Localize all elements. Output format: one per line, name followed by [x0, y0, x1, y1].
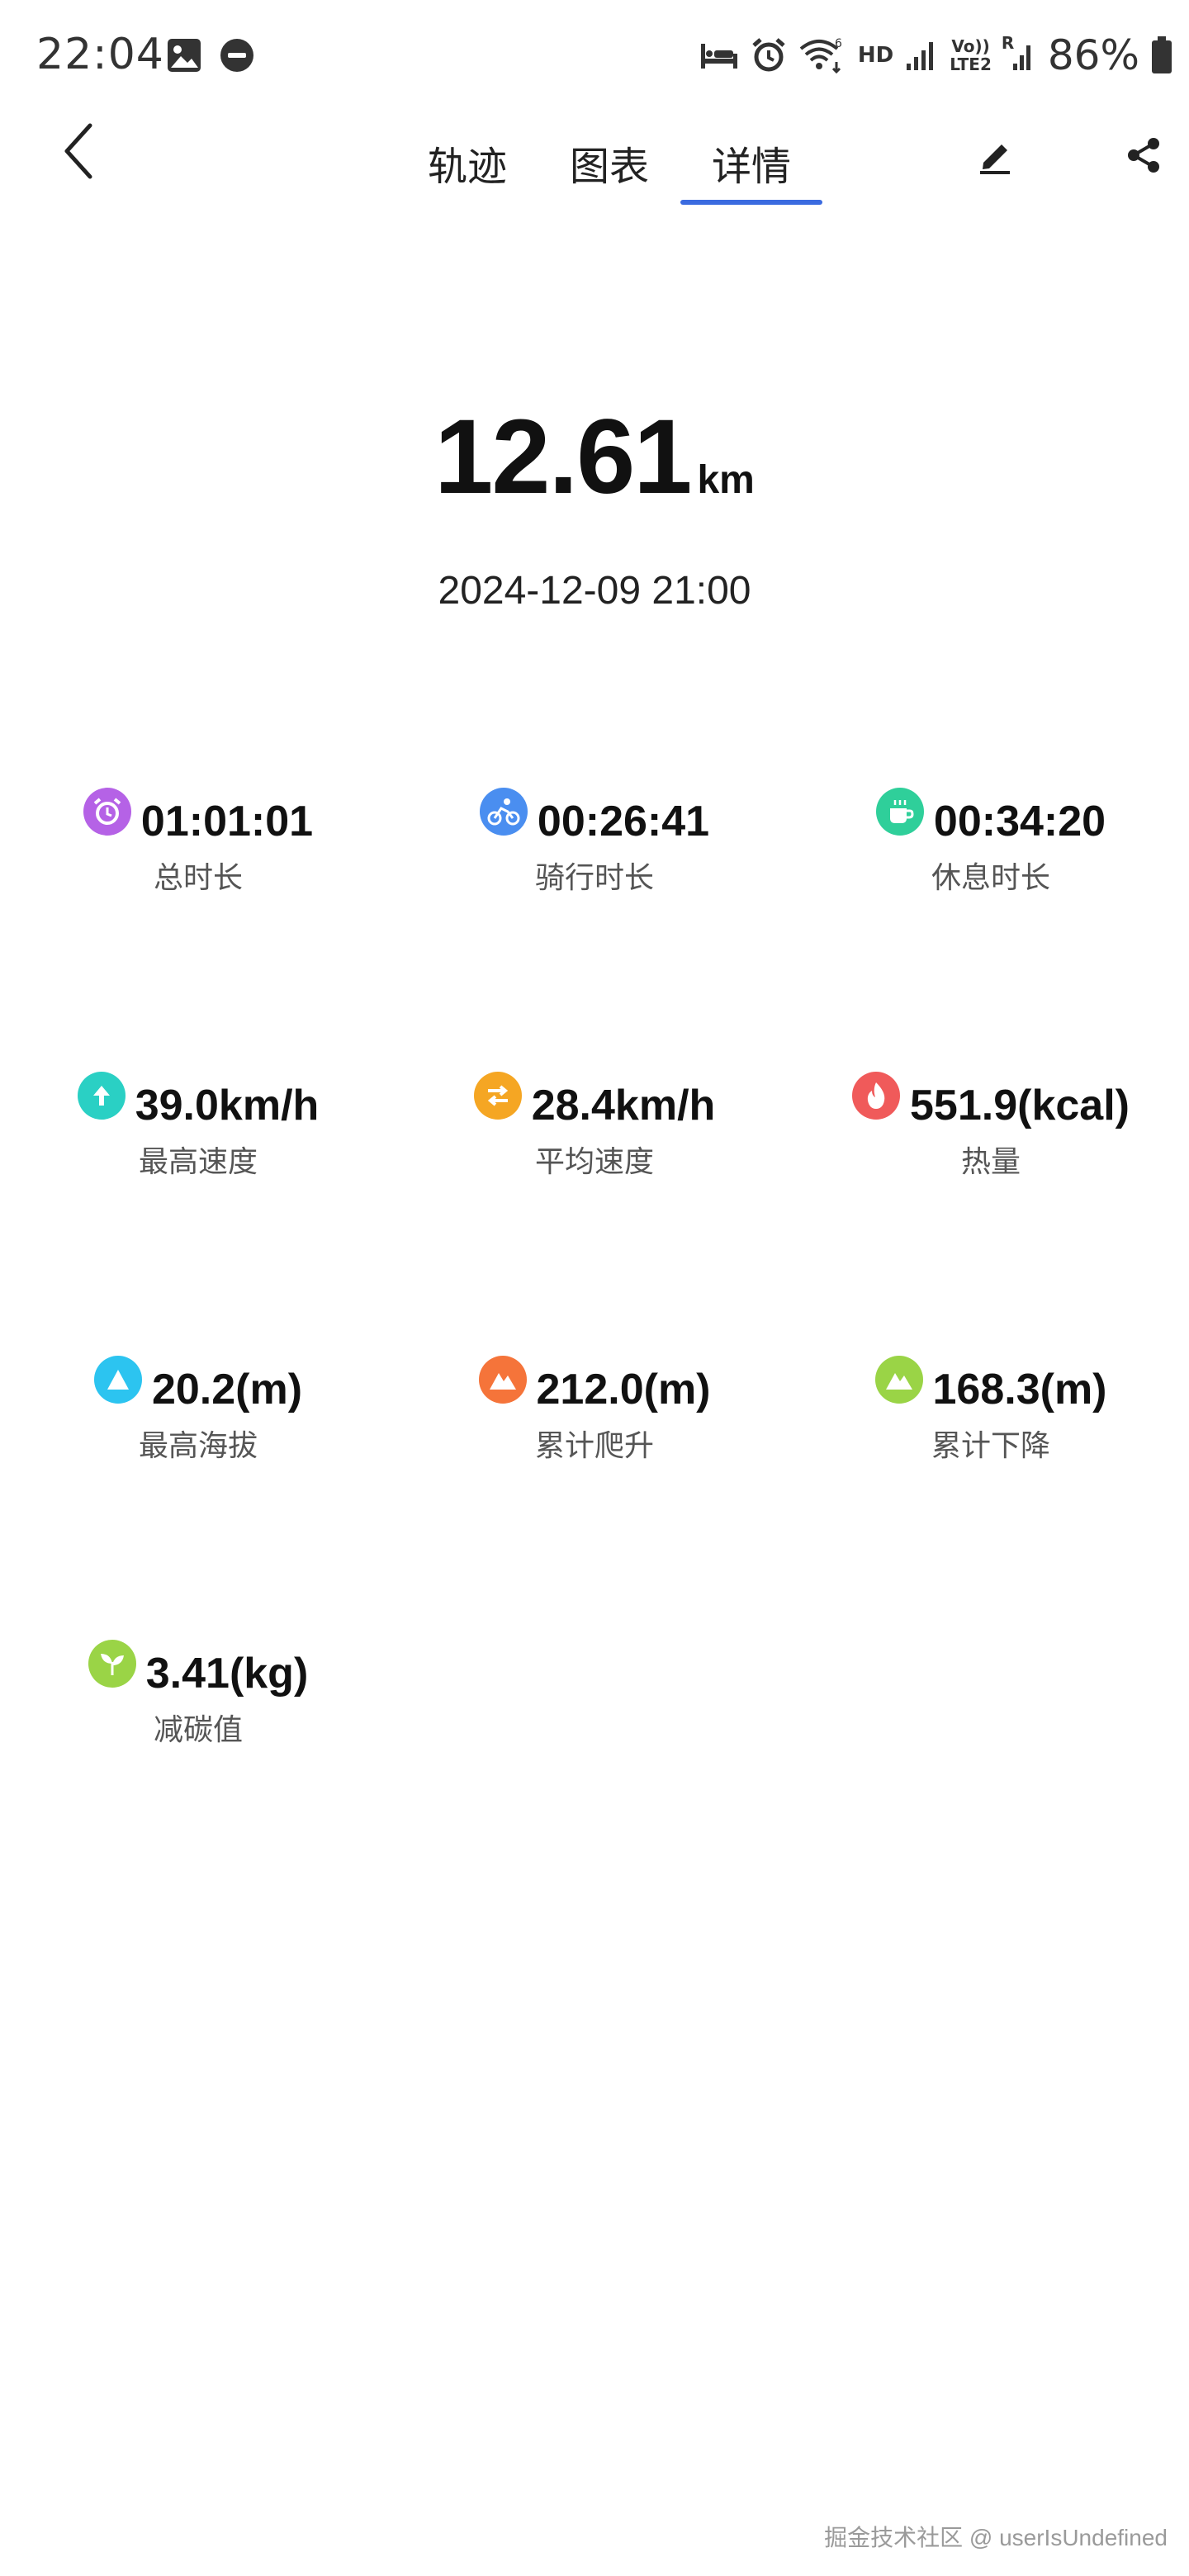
- chevron-left-icon: [64, 123, 92, 179]
- total-distance-value: 12.61: [434, 398, 692, 516]
- stat-calories: 551.9(kcal) 热量: [793, 1072, 1189, 1242]
- mountain-icon: [874, 1356, 923, 1404]
- stat-value: 00:34:20: [933, 798, 1106, 845]
- distance-summary: 12.61 km: [0, 396, 1189, 518]
- arrow-up-icon: [77, 1072, 126, 1120]
- stat-label: 最高速度: [138, 1145, 258, 1179]
- stat-label: 最高海拔: [138, 1429, 258, 1463]
- stat-total-descent: 168.3(m) 累计下降: [793, 1356, 1189, 1526]
- stat-label: 平均速度: [534, 1145, 654, 1179]
- top-navigation-bar: 轨迹 图表 详情: [0, 99, 1189, 215]
- stat-total-climb: 212.0(m) 累计爬升: [396, 1356, 793, 1526]
- stat-label: 累计爬升: [534, 1429, 654, 1463]
- alarm-clock-icon: [83, 788, 131, 836]
- hd-badge: HD: [857, 43, 894, 68]
- wifi-icon: 6: [798, 37, 846, 73]
- stat-value: 01:01:01: [140, 798, 314, 845]
- stat-label: 骑行时长: [534, 861, 654, 895]
- pencil-icon: [980, 144, 1010, 174]
- tab-details[interactable]: 详情: [680, 124, 822, 205]
- tab-bar: 轨迹 图表 详情: [396, 124, 822, 205]
- do-not-disturb-icon: [218, 36, 256, 78]
- stat-value: 28.4km/h: [531, 1082, 716, 1129]
- stat-value: 3.41(kg): [145, 1650, 309, 1698]
- tab-track[interactable]: 轨迹: [396, 124, 538, 205]
- battery-percentage: 86%: [1047, 31, 1139, 79]
- share-button[interactable]: [1123, 130, 1164, 180]
- stat-label: 减碳值: [153, 1713, 243, 1747]
- ride-datetime: 2024-12-09 21:00: [438, 569, 751, 613]
- stat-total-duration: 01:01:01 总时长: [0, 788, 396, 958]
- status-system-icons: 6 HD Vo)) LTE2 R 86%: [699, 31, 1172, 79]
- bed-icon: [699, 39, 739, 72]
- share-icon: [1128, 138, 1159, 173]
- gallery-icon: [165, 36, 203, 78]
- watermark: 掘金技术社区 @ userIsUndefined: [824, 2525, 1168, 2550]
- stat-label: 热量: [960, 1145, 1021, 1179]
- status-bar: 22:04 6 HD Vo)) LTE2 R 86%: [0, 0, 1189, 99]
- stat-avg-speed: 28.4km/h 平均速度: [396, 1072, 793, 1242]
- stat-value: 20.2(m): [151, 1366, 303, 1413]
- mountain-icon: [478, 1356, 527, 1404]
- edit-button[interactable]: [974, 130, 1016, 180]
- signal-icon: [905, 39, 938, 72]
- volte-badge: Vo)) LTE2: [950, 36, 992, 74]
- back-button[interactable]: [50, 114, 107, 188]
- stat-label: 累计下降: [931, 1429, 1050, 1463]
- stat-value: 39.0km/h: [135, 1082, 320, 1129]
- alarm-icon: [751, 37, 787, 73]
- stat-value: 168.3(m): [932, 1366, 1107, 1413]
- svg-text:6: 6: [835, 37, 842, 50]
- stat-value: 00:26:41: [537, 798, 710, 845]
- triangle-peak-icon: [93, 1356, 142, 1404]
- bicycle-icon: [479, 788, 528, 836]
- battery-icon: [1151, 36, 1172, 74]
- flame-icon: [852, 1072, 901, 1120]
- status-time: 22:04: [36, 30, 164, 79]
- stat-value: 212.0(m): [536, 1366, 711, 1413]
- stat-label: 休息时长: [931, 861, 1050, 895]
- stat-rest-duration: 00:34:20 休息时长: [793, 788, 1189, 958]
- tab-charts[interactable]: 图表: [538, 124, 680, 205]
- ride-detail-screen: 22:04 6 HD Vo)) LTE2 R 86% 轨迹 图表 详情 12.6…: [0, 0, 1189, 2576]
- sprout-icon: [88, 1640, 136, 1688]
- status-notification-icons: [165, 36, 256, 78]
- stat-max-altitude: 20.2(m) 最高海拔: [0, 1356, 396, 1526]
- stat-carbon-reduction: 3.41(kg) 减碳值: [0, 1640, 396, 1810]
- coffee-cup-icon: [875, 788, 924, 836]
- total-distance-unit: km: [697, 458, 755, 502]
- swap-arrows-icon: [473, 1072, 522, 1120]
- stat-label: 总时长: [153, 861, 243, 895]
- stat-value: 551.9(kcal): [910, 1082, 1130, 1129]
- stat-max-speed: 39.0km/h 最高速度: [0, 1072, 396, 1242]
- stat-riding-duration: 00:26:41 骑行时长: [396, 788, 793, 958]
- signal-icon-roaming: R: [1002, 34, 1036, 72]
